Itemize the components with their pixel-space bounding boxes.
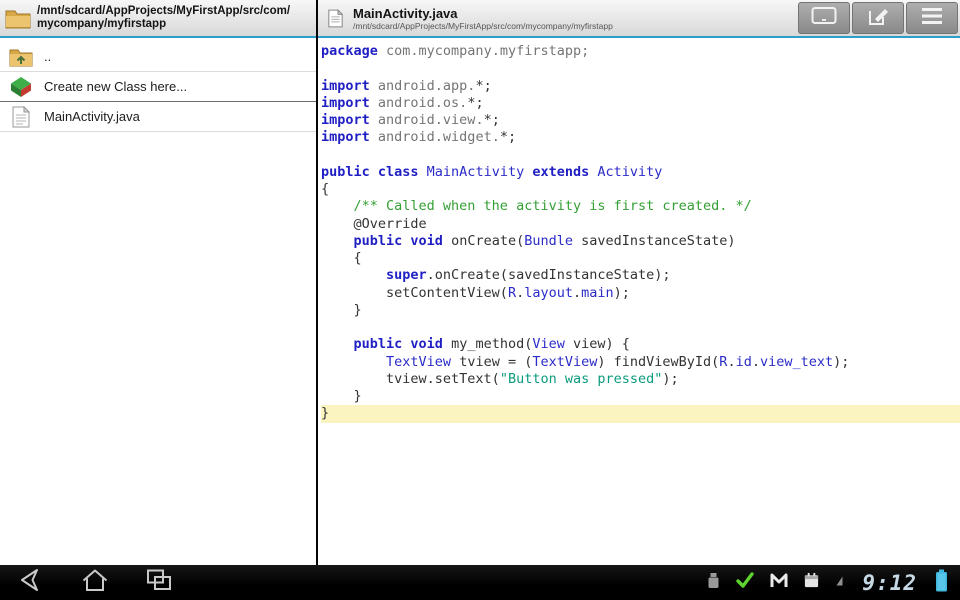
list-item-label: .. [44, 49, 51, 64]
sync-check-icon [735, 571, 755, 594]
editor-panel: MainActivity.java /mnt/sdcard/AppProject… [318, 0, 960, 565]
menu-icon [921, 7, 943, 30]
recents-icon [144, 567, 174, 598]
editor-titles: MainActivity.java /mnt/sdcard/AppProject… [353, 6, 613, 31]
network-activity-icon [835, 574, 844, 592]
usb-icon [707, 572, 720, 594]
main-area: /mnt/sdcard/AppProjects/MyFirstApp/src/c… [0, 0, 960, 565]
calendar-icon [803, 572, 820, 594]
code-line[interactable]: setContentView(R.layout.main); [321, 285, 960, 302]
battery-icon [935, 569, 948, 597]
editor-subtitle: /mnt/sdcard/AppProjects/MyFirstApp/src/c… [353, 21, 613, 31]
editor-title: MainActivity.java [353, 6, 613, 21]
code-line[interactable]: package com.mycompany.myfirstapp; [321, 43, 960, 60]
code-line[interactable]: /** Called when the activity is first cr… [321, 198, 960, 215]
home-icon [80, 567, 110, 598]
code-line[interactable]: import android.widget.*; [321, 129, 960, 146]
edit-icon [867, 6, 889, 31]
code-line[interactable]: tview.setText("Button was pressed"); [321, 371, 960, 388]
aide-app-screen: /mnt/sdcard/AppProjects/MyFirstApp/src/c… [0, 0, 960, 600]
clock: 9:12 [862, 571, 917, 595]
editor-header: MainActivity.java /mnt/sdcard/AppProject… [318, 0, 960, 38]
code-area[interactable]: package com.mycompany.myfirstapp; import … [318, 38, 960, 565]
list-item-label: MainActivity.java [44, 109, 140, 124]
code-line[interactable]: public class MainActivity extends Activi… [321, 164, 960, 181]
code-line[interactable]: public void my_method(View view) { [321, 336, 960, 353]
code-line[interactable]: { [321, 181, 960, 198]
back-button[interactable] [10, 568, 52, 598]
list-item-mainactivity[interactable]: MainActivity.java [0, 102, 316, 132]
code-line[interactable]: super.onCreate(savedInstanceState); [321, 267, 960, 284]
nav-buttons [10, 568, 180, 598]
code-line[interactable]: @Override [321, 216, 960, 233]
code-line[interactable]: public void onCreate(Bundle savedInstanc… [321, 233, 960, 250]
new-class-icon [8, 75, 34, 99]
code-line[interactable]: import android.os.*; [321, 95, 960, 112]
menu-button[interactable] [906, 2, 958, 34]
list-item-create-class[interactable]: Create new Class here... [0, 72, 316, 102]
list-item-parent-dir[interactable]: .. [0, 42, 316, 72]
current-path-line1: /mnt/sdcard/AppProjects/MyFirstApp/src/c… [37, 5, 290, 18]
gmail-icon [770, 573, 788, 593]
code-line[interactable]: } [321, 302, 960, 319]
code-line[interactable]: TextView tview = (TextView) findViewById… [321, 354, 960, 371]
status-tray[interactable]: 9:12 [707, 569, 950, 597]
list-item-label: Create new Class here... [44, 79, 187, 94]
current-path: /mnt/sdcard/AppProjects/MyFirstApp/src/c… [37, 5, 290, 31]
folder-icon [4, 8, 32, 29]
code-line[interactable]: import android.view.*; [321, 112, 960, 129]
code-line[interactable]: } [321, 388, 960, 405]
current-path-line2: mycompany/myfirstapp [37, 18, 290, 31]
file-browser-panel: /mnt/sdcard/AppProjects/MyFirstApp/src/c… [0, 0, 316, 565]
code-line[interactable]: import android.app.*; [321, 78, 960, 95]
editor-actions [796, 0, 960, 36]
code-line[interactable] [321, 60, 960, 77]
device-button[interactable] [798, 2, 850, 34]
code-line[interactable] [321, 319, 960, 336]
home-button[interactable] [74, 568, 116, 598]
code-line[interactable]: { [321, 250, 960, 267]
file-browser-header: /mnt/sdcard/AppProjects/MyFirstApp/src/c… [0, 0, 316, 38]
java-file-icon [8, 106, 34, 128]
system-bar: 9:12 [0, 565, 960, 600]
file-list: .. Create new Class here... [0, 38, 316, 565]
back-icon [16, 567, 46, 598]
folder-up-icon [8, 47, 34, 67]
code-line[interactable] [321, 147, 960, 164]
recents-button[interactable] [138, 568, 180, 598]
code-line[interactable]: } [321, 405, 960, 422]
device-icon [811, 6, 837, 31]
java-file-icon [324, 9, 346, 28]
edit-button[interactable] [852, 2, 904, 34]
